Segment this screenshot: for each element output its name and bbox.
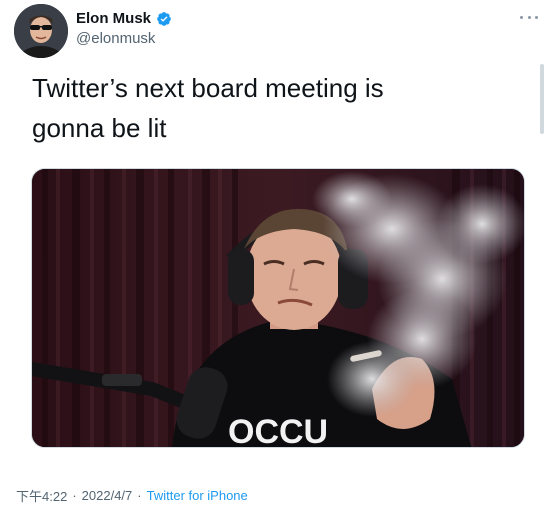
more-dot [520,15,523,19]
author-display-name[interactable]: Elon Musk [76,10,151,27]
verified-badge-icon [156,11,172,27]
avatar-image [14,4,68,58]
tweet-text-line: Twitter’s next board meeting is [32,73,384,103]
tweet-text-line: gonna be lit [32,113,167,143]
more-dot [527,15,531,19]
more-dots-icon[interactable] [520,12,538,22]
tweet-media-photo[interactable]: OCCU [31,168,525,448]
author-name-row[interactable]: Elon Musk [76,10,172,27]
tweet: Elon Musk @elonmusk Twitter’s next board… [0,0,550,508]
tweet-time[interactable]: 下午4:22 [16,486,67,505]
tweet-source-link[interactable]: Twitter for iPhone [147,488,248,503]
tweet-meta: 下午4:22 · 2022/4/7 · Twitter for iPhone [16,486,248,505]
author-handle[interactable]: @elonmusk [76,30,155,47]
scrollbar[interactable] [540,64,544,134]
more-dot [535,15,538,19]
tweet-date[interactable]: 2022/4/7 [82,488,133,503]
meta-separator: · [137,488,142,503]
scrollbar-thumb[interactable] [540,64,544,134]
meta-separator: · [72,488,77,503]
shirt-text: OCCU [228,413,328,448]
tweet-text: Twitter’s next board meeting is gonna be… [32,68,502,148]
media-image: OCCU [32,169,524,448]
author-avatar[interactable] [14,4,68,58]
